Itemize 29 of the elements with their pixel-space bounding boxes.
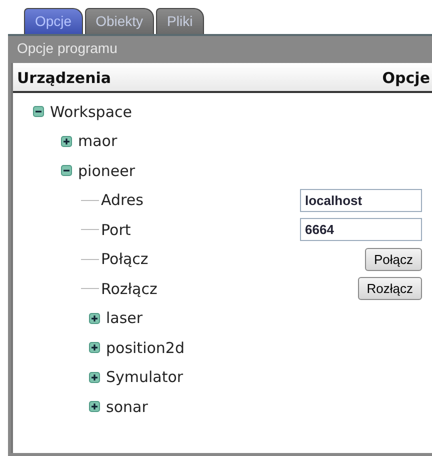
tree-line — [81, 258, 99, 260]
expand-icon[interactable] — [89, 401, 100, 412]
column-title: Urządzenia — [17, 69, 112, 87]
tree-node[interactable]: laser — [106, 309, 143, 328]
expand-icon[interactable] — [89, 342, 100, 354]
expand-icon[interactable] — [89, 372, 100, 383]
option-label: Rozłącz — [101, 280, 158, 298]
tree-node[interactable]: Symulator — [106, 368, 184, 386]
tree-line — [81, 288, 99, 290]
tree-node[interactable]: pioneer — [78, 162, 135, 180]
tree-line — [81, 200, 99, 201]
tree-node[interactable]: position2d — [106, 338, 184, 357]
expand-icon[interactable] — [89, 312, 100, 324]
collapse-icon[interactable] — [33, 106, 44, 118]
tree-node[interactable]: Workspace — [50, 102, 132, 121]
tree-node[interactable]: sonar — [106, 398, 148, 416]
option-label: Adres — [101, 191, 144, 210]
collapse-icon[interactable] — [61, 165, 72, 176]
panel-title: Opcje programu — [16, 39, 118, 58]
tree-line — [81, 229, 99, 230]
action-button[interactable]: Połącz — [364, 248, 422, 271]
action-button[interactable]: Rozłącz — [358, 277, 422, 300]
column-title: Opcje — [382, 69, 430, 87]
option-label: Port — [101, 220, 131, 239]
tree-node[interactable]: maor — [78, 132, 118, 150]
input-field[interactable]: localhost — [300, 188, 422, 212]
option-label: Połącz — [101, 250, 148, 268]
expand-icon[interactable] — [61, 136, 72, 147]
input-field[interactable]: 6664 — [300, 218, 422, 242]
